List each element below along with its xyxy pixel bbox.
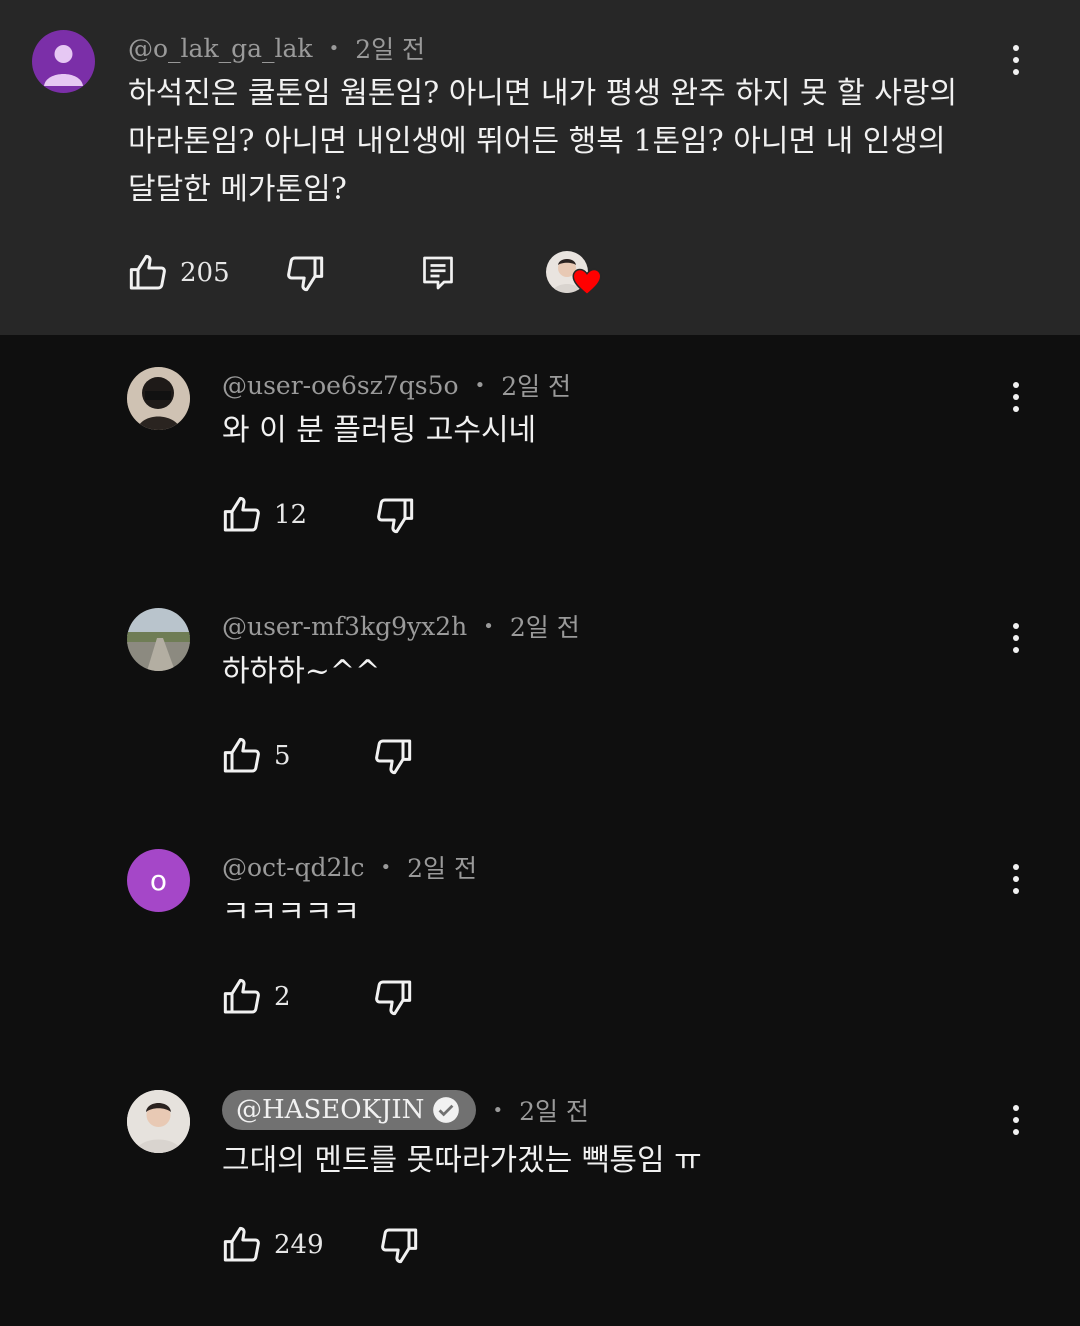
comment-author-handle[interactable]: @user-oe6sz7qs5o: [222, 371, 459, 400]
like-count: 249: [274, 1230, 324, 1260]
like-button[interactable]: 12: [222, 495, 307, 535]
comment-actions: 2: [222, 972, 413, 1022]
dislike-button[interactable]: [373, 977, 413, 1017]
thumbs-up-icon: [223, 978, 260, 1014]
comment-time: 2일 전: [355, 35, 426, 64]
avatar[interactable]: o: [127, 849, 190, 912]
separator-dot: •: [492, 1099, 504, 1121]
more-options-icon[interactable]: [996, 613, 1036, 663]
thumbs-up-icon: [223, 496, 260, 532]
comment-text: 하석진은 쿨톤임 웜톤임? 아니면 내가 평생 완주 하지 못 할 사랑의 마라…: [128, 76, 958, 207]
thumbs-down-icon: [374, 980, 411, 1016]
more-options-icon[interactable]: [996, 1095, 1036, 1145]
separator-dot: •: [483, 615, 494, 637]
like-count: 2: [274, 982, 291, 1012]
thumbs-down-icon: [377, 498, 414, 534]
comment-meta: @user-oe6sz7qs5o • 2일 전: [222, 367, 571, 403]
comment-actions: 205: [128, 248, 602, 298]
dislike-button[interactable]: [373, 736, 413, 776]
reply-comment-icon: [422, 256, 453, 290]
more-options-icon[interactable]: [996, 35, 1036, 85]
avatar[interactable]: [127, 608, 190, 671]
separator-dot: •: [380, 856, 392, 878]
creator-author-chip[interactable]: @HASEOKJIN: [222, 1090, 477, 1130]
comment-text: 하하하~^^: [222, 654, 381, 689]
thumbs-down-icon: [374, 739, 411, 775]
dislike-button[interactable]: [379, 1225, 419, 1265]
dislike-button[interactable]: [375, 495, 415, 535]
like-button[interactable]: 205: [128, 253, 230, 293]
comment-actions: 5: [222, 731, 413, 781]
thumbs-up-icon: [223, 737, 260, 773]
comment-time: 2일 전: [407, 854, 477, 883]
thumbs-up-icon: [129, 254, 166, 290]
more-options-icon[interactable]: [996, 854, 1036, 904]
comment-time: 2일 전: [509, 613, 580, 642]
comment-text: 그대의 멘트를 못따라가겠는 빽통임 ㅠ: [222, 1143, 702, 1178]
thumbs-down-icon: [380, 1228, 417, 1264]
comment-actions: 249: [222, 1220, 419, 1270]
separator-dot: •: [328, 37, 340, 59]
thumbs-up-icon: [223, 1226, 260, 1262]
comment-time: 2일 전: [519, 1097, 589, 1126]
creator-heart[interactable]: [545, 248, 602, 298]
avatar[interactable]: [127, 1090, 190, 1153]
comment-text: 와 이 분 플러팅 고수시네: [222, 413, 537, 448]
avatar-default-user-icon[interactable]: [32, 30, 95, 93]
like-button[interactable]: 249: [222, 1225, 324, 1265]
like-count: 5: [274, 741, 291, 771]
comment-author-handle[interactable]: @user-mf3kg9yx2h: [222, 612, 467, 641]
comment-author-handle[interactable]: @o_lak_ga_lak: [128, 34, 313, 63]
comment-actions: 12: [222, 490, 415, 540]
comment-meta: @oct-qd2lc • 2일 전: [222, 849, 477, 885]
comment-time: 2일 전: [501, 372, 572, 401]
comment-meta: @o_lak_ga_lak • 2일 전: [128, 30, 425, 66]
more-options-icon[interactable]: [996, 372, 1036, 422]
like-count: 205: [180, 258, 230, 288]
comment-meta: @HASEOKJIN • 2일 전: [222, 1090, 589, 1130]
dislike-button[interactable]: [285, 253, 325, 293]
comment-author-handle: @HASEOKJIN: [236, 1095, 425, 1125]
avatar[interactable]: [127, 367, 190, 430]
like-button[interactable]: 5: [222, 736, 291, 776]
reply-button[interactable]: [420, 253, 456, 293]
separator-dot: •: [474, 374, 486, 396]
like-count: 12: [274, 500, 308, 530]
comment-meta: @user-mf3kg9yx2h • 2일 전: [222, 608, 580, 644]
like-button[interactable]: 2: [222, 977, 291, 1017]
comment-text: ㅋㅋㅋㅋㅋ: [222, 895, 360, 930]
thumbs-down-icon: [286, 256, 323, 292]
comment-author-handle[interactable]: @oct-qd2lc: [222, 853, 364, 882]
heart-icon: [572, 268, 602, 296]
verified-check-icon: [433, 1097, 460, 1123]
